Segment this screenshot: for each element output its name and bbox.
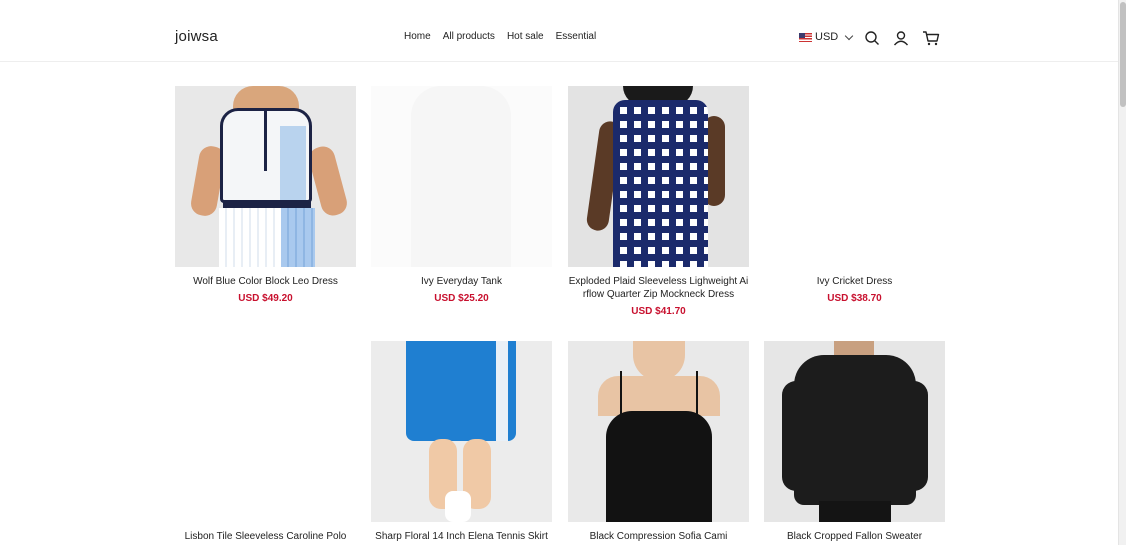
main-nav: Home All products Hot sale Essential	[404, 31, 596, 42]
site-logo[interactable]: joiwsa	[175, 28, 218, 45]
product-price: USD $41.70	[631, 306, 686, 317]
product-card[interactable]: Sharp Floral 14 Inch Elena Tennis Skirt	[371, 341, 552, 543]
product-card[interactable]: Black Compression Sofia Cami	[568, 341, 749, 543]
product-card[interactable]: Lisbon Tile Sleeveless Caroline Polo	[175, 341, 356, 543]
user-icon[interactable]	[893, 30, 909, 46]
product-card[interactable]: Wolf Blue Color Block Leo Dress USD $49.…	[175, 86, 356, 304]
product-image[interactable]	[371, 341, 552, 522]
product-name[interactable]: Wolf Blue Color Block Leo Dress	[175, 275, 356, 288]
currency-selector[interactable]: USD	[799, 31, 854, 43]
product-card[interactable]: Ivy Cricket Dress USD $38.70	[764, 86, 945, 304]
nav-home[interactable]: Home	[404, 31, 431, 42]
store-page: joiwsa Home All products Hot sale Essent…	[0, 0, 1126, 545]
product-image[interactable]	[568, 86, 749, 267]
page-scrollbar[interactable]	[1118, 0, 1126, 545]
product-name[interactable]: Ivy Cricket Dress	[764, 275, 945, 288]
product-name[interactable]: Ivy Everyday Tank	[371, 275, 552, 288]
product-price: USD $25.20	[434, 293, 489, 304]
product-image[interactable]	[764, 86, 945, 267]
cart-icon[interactable]	[922, 30, 940, 46]
product-image[interactable]	[764, 341, 945, 522]
product-image[interactable]	[371, 86, 552, 267]
product-image[interactable]	[175, 86, 356, 267]
nav-hot-sale[interactable]: Hot sale	[507, 31, 544, 42]
product-image[interactable]	[175, 341, 356, 522]
currency-label: USD	[815, 31, 839, 43]
product-image[interactable]	[568, 341, 749, 522]
product-name[interactable]: Black Cropped Fallon Sweater	[764, 530, 945, 543]
product-name[interactable]: Sharp Floral 14 Inch Elena Tennis Skirt	[371, 530, 552, 543]
nav-all-products[interactable]: All products	[443, 31, 495, 42]
scrollbar-thumb[interactable]	[1120, 2, 1126, 107]
product-name[interactable]: Exploded Plaid Sleeveless Lighweight Ai …	[568, 275, 749, 301]
product-price: USD $49.20	[238, 293, 293, 304]
product-card[interactable]: Black Cropped Fallon Sweater	[764, 341, 945, 543]
site-header: joiwsa Home All products Hot sale Essent…	[0, 0, 1118, 62]
product-name[interactable]: Lisbon Tile Sleeveless Caroline Polo	[175, 530, 356, 543]
flag-us-icon	[799, 32, 812, 42]
chevron-down-icon	[844, 31, 854, 40]
search-icon[interactable]	[864, 30, 880, 46]
product-name[interactable]: Black Compression Sofia Cami	[568, 530, 749, 543]
product-card[interactable]: Exploded Plaid Sleeveless Lighweight Ai …	[568, 86, 749, 317]
product-price: USD $38.70	[827, 293, 882, 304]
product-card[interactable]: Ivy Everyday Tank USD $25.20	[371, 86, 552, 304]
nav-essential[interactable]: Essential	[556, 31, 597, 42]
